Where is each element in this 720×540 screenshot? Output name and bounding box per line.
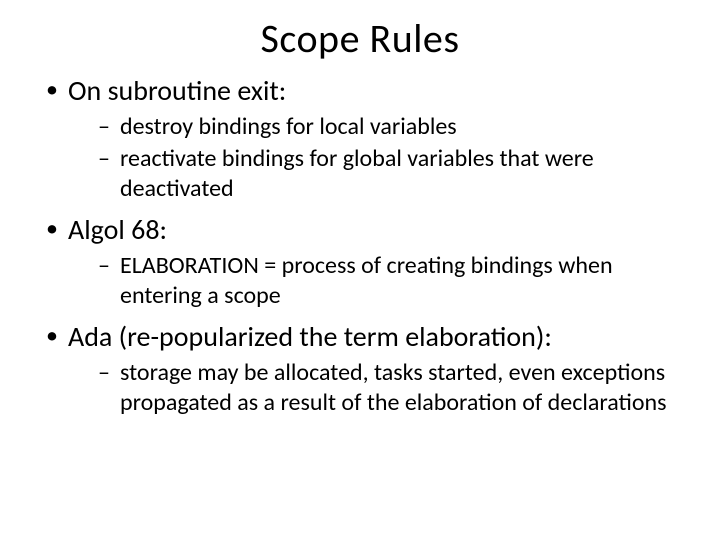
sub-bullet-list: destroy bindings for local variables rea… bbox=[68, 112, 680, 204]
sub-bullet-item: destroy bindings for local variables bbox=[68, 112, 680, 142]
bullet-text: Ada (re-popularized the term elaboration… bbox=[68, 319, 552, 354]
sub-bullet-item: reactivate bindings for global variables… bbox=[68, 144, 680, 204]
bullet-text: On subroutine exit: bbox=[68, 73, 286, 108]
sub-bullet-item: ELABORATION = process of creating bindin… bbox=[68, 251, 680, 311]
sub-bullet-text: destroy bindings for local variables bbox=[120, 112, 457, 141]
sub-bullet-list: storage may be allocated, tasks started,… bbox=[68, 358, 680, 418]
sub-bullet-text: storage may be allocated, tasks started,… bbox=[120, 358, 667, 417]
bullet-text: Algol 68: bbox=[68, 212, 167, 247]
sub-bullet-list: ELABORATION = process of creating bindin… bbox=[68, 251, 680, 311]
sub-bullet-item: storage may be allocated, tasks started,… bbox=[68, 358, 680, 418]
bullet-item: On subroutine exit: destroy bindings for… bbox=[40, 73, 680, 204]
slide-title: Scope Rules bbox=[40, 14, 680, 63]
sub-bullet-text: ELABORATION = process of creating bindin… bbox=[120, 251, 613, 310]
sub-bullet-text: reactivate bindings for global variables… bbox=[120, 144, 594, 203]
bullet-list: On subroutine exit: destroy bindings for… bbox=[40, 73, 680, 418]
bullet-item: Algol 68: ELABORATION = process of creat… bbox=[40, 212, 680, 311]
bullet-item: Ada (re-popularized the term elaboration… bbox=[40, 319, 680, 418]
slide: Scope Rules On subroutine exit: destroy … bbox=[0, 0, 720, 540]
